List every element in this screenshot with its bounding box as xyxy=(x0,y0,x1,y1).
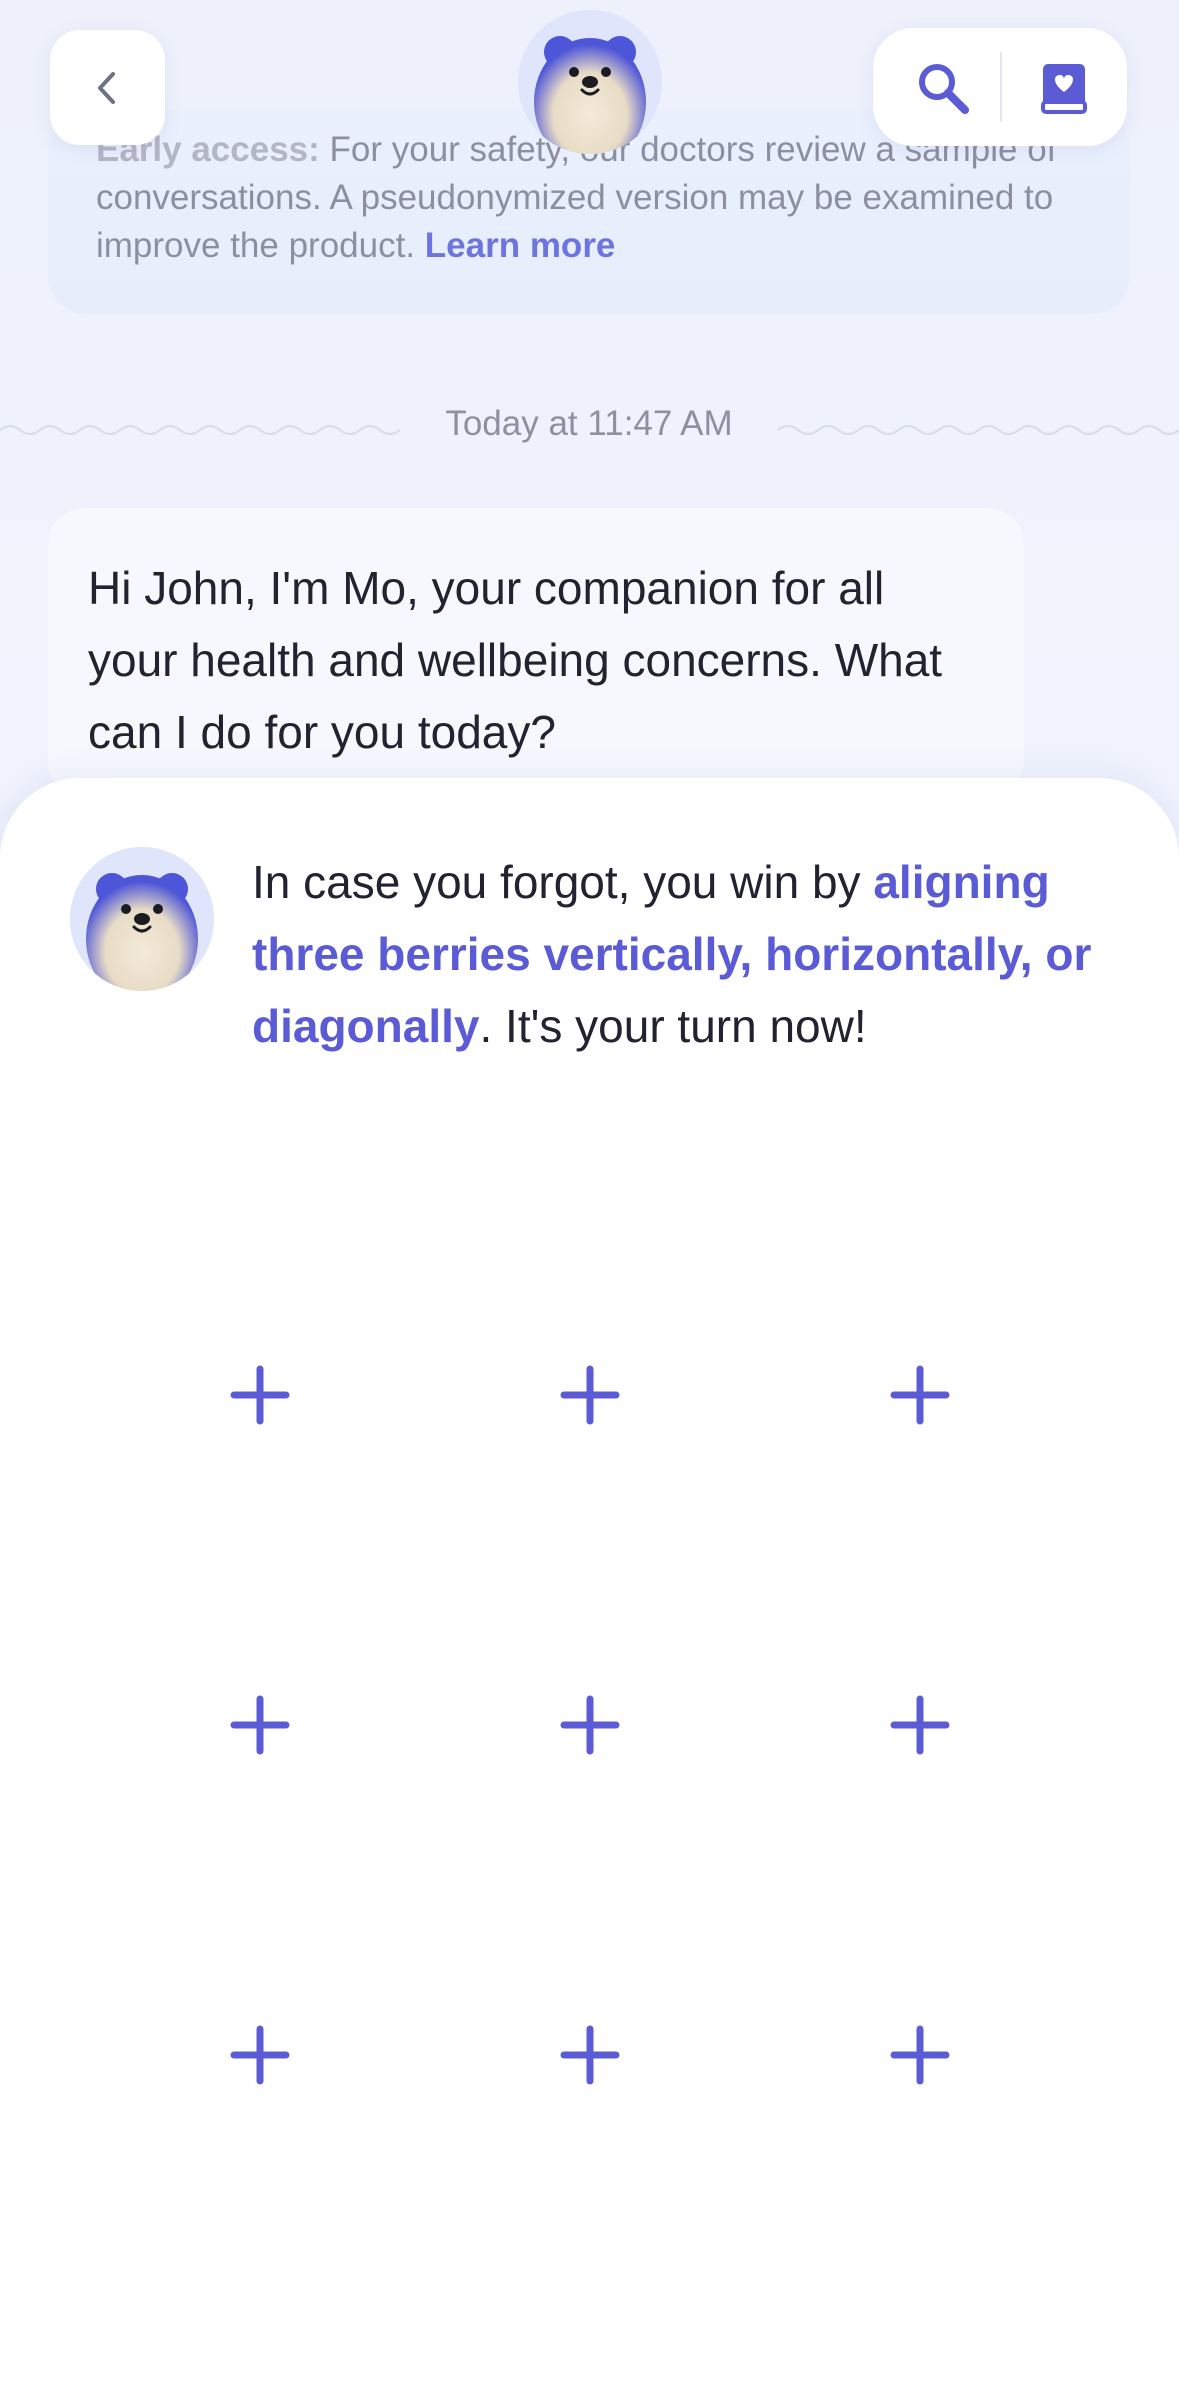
learn-more-link[interactable]: Learn more xyxy=(425,226,616,265)
grid-cell-2-3[interactable] xyxy=(820,1625,1020,1825)
grid-cell-3-2[interactable] xyxy=(490,1955,690,2155)
grid-cell-2-1[interactable] xyxy=(160,1625,360,1825)
bear-avatar-image xyxy=(70,847,214,991)
plus-icon xyxy=(560,2025,620,2085)
chevron-left-icon xyxy=(97,71,115,104)
grid-cell-1-2[interactable] xyxy=(490,1295,690,1495)
bear-avatar-image xyxy=(518,10,662,154)
date-separator: Today at 11:47 AM xyxy=(0,398,1179,458)
top-bar xyxy=(0,0,1179,160)
wave-divider-right xyxy=(778,425,1179,435)
game-hint: In case you forgot, you win by aligning … xyxy=(252,846,1132,1062)
hint-text-start: In case you forgot, you win by xyxy=(252,856,874,908)
plus-icon xyxy=(890,2025,950,2085)
plus-icon xyxy=(890,1365,950,1425)
hint-text-end: . It's your turn now! xyxy=(479,1000,867,1052)
wave-divider-left xyxy=(0,425,400,435)
grid-cell-3-3[interactable] xyxy=(820,1955,1020,2155)
back-button[interactable] xyxy=(50,30,165,145)
greeting-message: Hi John, I'm Mo, your companion for all … xyxy=(48,508,1024,798)
grid-cell-3-1[interactable] xyxy=(160,1955,360,2155)
mo-avatar[interactable] xyxy=(518,10,662,154)
grid-cell-1-1[interactable] xyxy=(160,1295,360,1495)
grid-cell-1-3[interactable] xyxy=(820,1295,1020,1495)
grid-cell-2-2[interactable] xyxy=(490,1625,690,1825)
plus-icon xyxy=(560,1695,620,1755)
plus-icon xyxy=(560,1365,620,1425)
plus-icon xyxy=(230,1365,290,1425)
actions-divider xyxy=(1000,52,1002,122)
plus-icon xyxy=(890,1695,950,1755)
chat-date: Today at 11:47 AM xyxy=(445,404,733,443)
plus-icon xyxy=(230,1695,290,1755)
mo-message-avatar xyxy=(70,847,214,991)
journal-heart-icon[interactable] xyxy=(1033,58,1093,118)
search-icon[interactable] xyxy=(913,58,973,118)
header-actions xyxy=(873,28,1127,146)
plus-icon xyxy=(230,2025,290,2085)
